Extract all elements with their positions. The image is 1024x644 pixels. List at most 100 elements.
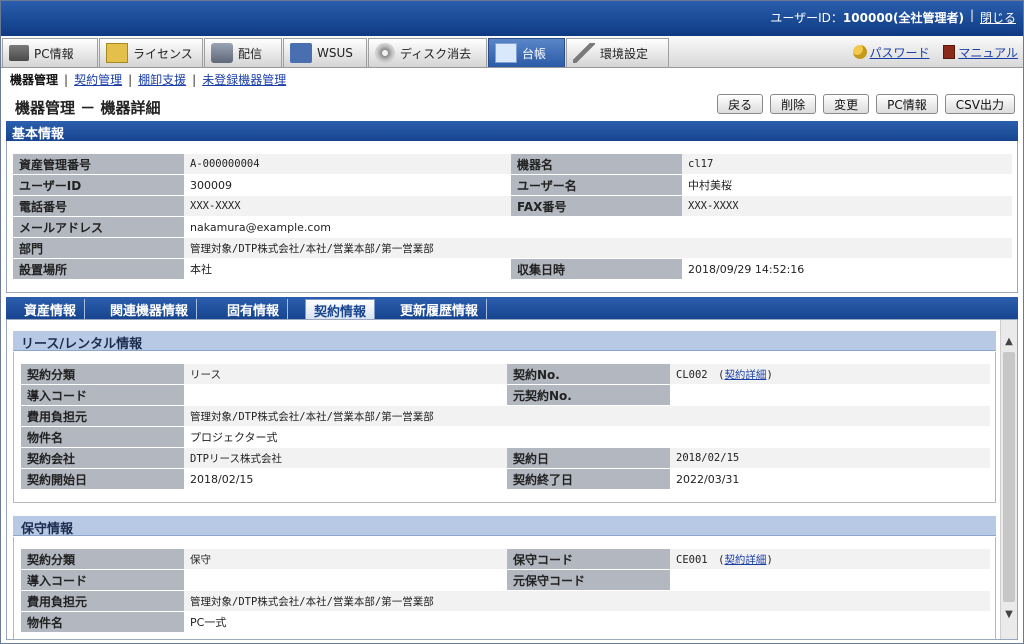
field-value: 2018/02/15 [670,448,990,468]
maintenance-section-header: 保守情報 [13,516,996,537]
field-value [670,570,990,590]
field-value: 本社 [184,259,511,279]
field-value [670,385,990,405]
close-link[interactable]: 閉じる [980,9,1016,26]
field-label: 契約終了日 [507,469,670,489]
contract-detail-link[interactable]: 契約詳細 [724,369,766,381]
table-row: 部門 管理対象/DTP株式会社/本社/営業本部/第一営業部 [13,238,1012,258]
distribution-icon [211,43,233,63]
chevron-up-icon[interactable]: ▲ [1001,334,1017,350]
nav-tab-pc-info[interactable]: PC情報 [2,38,98,67]
field-label: 物件名 [21,612,184,632]
field-value: 保守 [184,549,507,569]
table-row: 物件名 PC一式 [21,612,990,632]
subnav-contract-management[interactable]: 契約管理 [74,73,122,87]
tab-update-history[interactable]: 更新履歴情報 [392,299,488,319]
wsus-icon [290,43,312,63]
field-value: 2018/02/15 [184,469,507,489]
field-value: 管理対象/DTP株式会社/本社/営業本部/第一営業部 [184,591,990,611]
field-label: FAX番号 [511,196,682,216]
tab-specific-info[interactable]: 固有情報 [219,299,289,319]
field-label: 契約日 [507,448,670,468]
ledger-icon [495,43,517,63]
subnav-sep: | [64,73,69,87]
field-value: CE001 (契約詳細) [670,549,990,569]
field-label: 機器名 [511,154,682,174]
contract-detail-link[interactable]: 契約詳細 [724,554,766,566]
basic-info-panel: 資産管理番号 A-000000004 機器名 cl17 ユーザーID 30000… [6,141,1018,293]
top-user-bar: ユーザーID：100000(全社管理者) | 閉じる [0,0,1024,36]
field-value [184,385,507,405]
nav-tab-distribution[interactable]: 配信 [204,38,282,67]
nav-tab-label: WSUS [317,46,353,60]
nav-tab-disk-erase[interactable]: ディスク消去 [368,38,487,67]
disk-erase-icon [375,43,395,63]
subnav-sep: | [192,73,197,87]
table-row: 導入コード 元保守コード [21,570,990,590]
nav-tab-ledger[interactable]: 台帳 [488,38,565,67]
field-value: 中村美桜 [682,175,1012,195]
scrollbar-thumb[interactable] [1003,352,1015,602]
tab-asset-info[interactable]: 資産情報 [16,299,86,319]
table-row: 設置場所 本社 収集日時 2018/09/29 14:52:16 [13,259,1012,279]
manual-link[interactable]: マニュアル [958,46,1018,60]
table-row: 電話番号 XXX-XXXX FAX番号 XXX-XXXX [13,196,1012,216]
field-label: 元契約No. [507,385,670,405]
nav-tab-label: ディスク消去 [400,46,472,61]
subnav-inventory-support[interactable]: 棚卸支援 [138,73,186,87]
field-label: 物件名 [21,427,184,447]
password-link[interactable]: パスワード [870,46,930,60]
csv-export-button[interactable]: CSV出力 [944,94,1015,114]
basic-info-table: 資産管理番号 A-000000004 機器名 cl17 ユーザーID 30000… [13,153,1012,280]
field-label: 費用負担元 [21,591,184,611]
field-label: 契約No. [507,364,670,384]
tab-contract-info[interactable]: 契約情報 [305,299,376,320]
field-value: DTPリース株式会社 [184,448,507,468]
pc-icon [9,45,29,61]
edit-button[interactable]: 変更 [823,94,870,114]
nav-tab-label: 環境設定 [600,46,649,61]
field-label: ユーザーID [13,175,184,195]
nav-tab-wsus[interactable]: WSUS [283,38,367,67]
subnav-current: 機器管理 [10,73,59,87]
tab-related-devices[interactable]: 関連機器情報 [102,299,198,319]
field-label: メールアドレス [13,217,184,237]
back-button[interactable]: 戻る [717,94,764,114]
field-value: 管理対象/DTP株式会社/本社/営業本部/第一営業部 [184,406,990,426]
field-value: XXX-XXXX [184,196,511,216]
field-label: 元保守コード [507,570,670,590]
subnav-unregistered-devices[interactable]: 未登録機器管理 [202,73,286,87]
field-value: 管理対象/DTP株式会社/本社/営業本部/第一営業部 [184,238,1012,258]
table-row: 物件名 プロジェクター式 [21,427,990,447]
subnav-sep: | [128,73,133,87]
settings-tools-icon [573,43,595,63]
field-value: XXX-XXXX [682,196,1012,216]
lease-section-header: リース/レンタル情報 [13,331,996,352]
sub-nav: 機器管理 | 契約管理 | 棚卸支援 | 未登録機器管理 [10,71,286,88]
field-value: プロジェクター式 [184,427,990,447]
table-row: メールアドレス nakamura@example.com [13,217,1012,237]
table-row: 資産管理番号 A-000000004 機器名 cl17 [13,154,1012,174]
maintenance-code-value: CE001 [676,553,708,566]
user-info: ユーザーID：100000(全社管理者) [770,11,964,25]
nav-tab-settings[interactable]: 環境設定 [566,38,669,67]
lease-section-body: 契約分類 リース 契約No. CL002 (契約詳細) 導入コード 元契約No.… [13,352,996,503]
basic-info-header: 基本情報 [6,121,1018,142]
panel-scrollbar[interactable]: ▲ ▼ [1000,320,1017,639]
table-row: 費用負担元 管理対象/DTP株式会社/本社/営業本部/第一営業部 [21,591,990,611]
delete-button[interactable]: 削除 [770,94,817,114]
pc-info-button[interactable]: PC情報 [876,94,938,114]
field-label: 部門 [13,238,184,258]
action-buttons: 戻る 削除 変更 PC情報 CSV出力 [717,94,1015,114]
license-icon [106,43,128,63]
table-row: 費用負担元 管理対象/DTP株式会社/本社/営業本部/第一営業部 [21,406,990,426]
field-value: リース [184,364,507,384]
field-label: 契約会社 [21,448,184,468]
table-row: 契約会社 DTPリース株式会社 契約日 2018/02/15 [21,448,990,468]
chevron-down-icon[interactable]: ▼ [1001,607,1017,623]
table-row: 契約分類 保守 保守コード CE001 (契約詳細) [21,549,990,569]
nav-tab-license[interactable]: ライセンス [99,38,203,67]
field-label: 電話番号 [13,196,184,216]
field-value: 300009 [184,175,511,195]
field-label: 契約分類 [21,549,184,569]
